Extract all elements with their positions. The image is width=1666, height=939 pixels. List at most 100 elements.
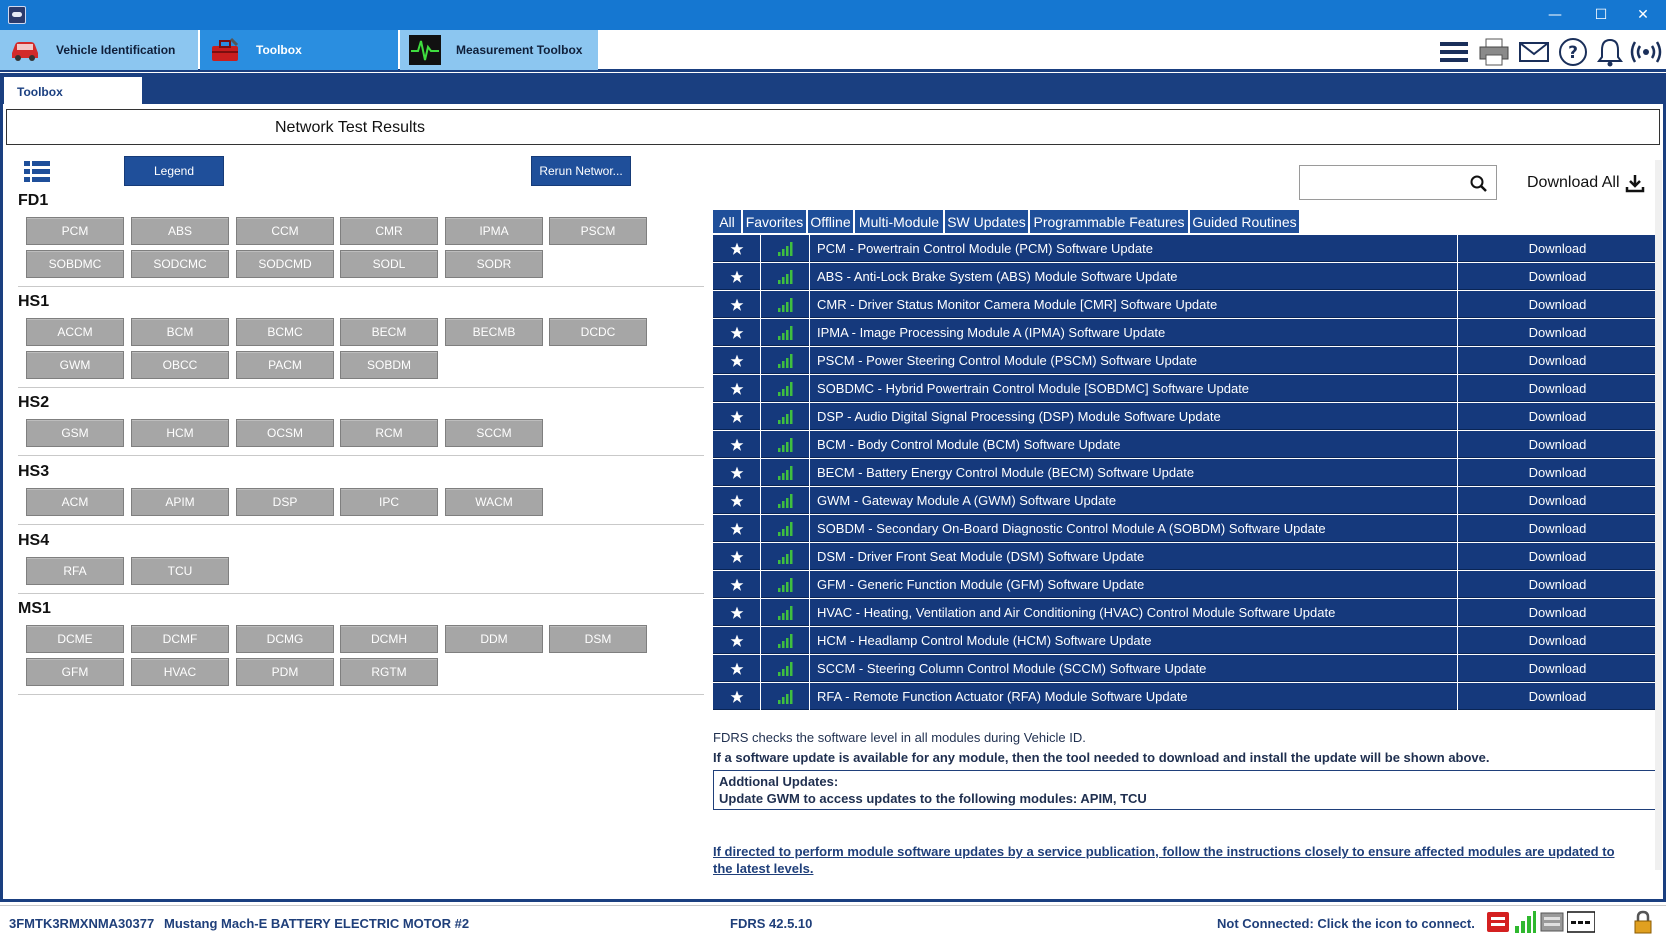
favorite-star-icon[interactable]	[713, 599, 761, 626]
maximize-button[interactable]: ☐	[1578, 0, 1624, 30]
mail-icon[interactable]	[1518, 37, 1550, 67]
module-button[interactable]: HCM	[131, 419, 229, 447]
favorite-star-icon[interactable]	[713, 319, 761, 346]
download-button[interactable]: Download	[1457, 599, 1657, 626]
filter-tab[interactable]: Programmable Features	[1030, 210, 1190, 233]
download-button[interactable]: Download	[1457, 683, 1657, 710]
favorite-star-icon[interactable]	[713, 347, 761, 374]
module-button[interactable]: SOBDM	[340, 351, 438, 379]
module-button[interactable]: HVAC	[131, 658, 229, 686]
module-button[interactable]: BECM	[340, 318, 438, 346]
module-button[interactable]: DCMH	[340, 625, 438, 653]
right-panel-scrollbar[interactable]	[1655, 160, 1662, 870]
favorite-star-icon[interactable]	[713, 515, 761, 542]
favorite-star-icon[interactable]	[713, 655, 761, 682]
favorite-star-icon[interactable]	[713, 683, 761, 710]
module-button[interactable]: BCMC	[236, 318, 334, 346]
bell-icon[interactable]	[1594, 37, 1626, 67]
favorite-star-icon[interactable]	[713, 403, 761, 430]
favorite-star-icon[interactable]	[713, 263, 761, 290]
favorite-star-icon[interactable]	[713, 375, 761, 402]
module-button[interactable]: WACM	[445, 488, 543, 516]
module-button[interactable]: PSCM	[549, 217, 647, 245]
service-publication-link[interactable]: If directed to perform module software u…	[713, 843, 1633, 877]
module-button[interactable]: SODR	[445, 250, 543, 278]
module-button[interactable]: ACM	[26, 488, 124, 516]
module-button[interactable]: RCM	[340, 419, 438, 447]
module-button[interactable]: BECMB	[445, 318, 543, 346]
tab-toolbox[interactable]: Toolbox	[200, 30, 398, 70]
filter-tab[interactable]: SW Updates	[945, 210, 1030, 233]
module-button[interactable]: PACM	[236, 351, 334, 379]
module-button[interactable]: PDM	[236, 658, 334, 686]
filter-tab[interactable]: Favorites	[743, 210, 808, 233]
module-button[interactable]: PCM	[26, 217, 124, 245]
module-button[interactable]: ACCM	[26, 318, 124, 346]
download-button[interactable]: Download	[1457, 543, 1657, 570]
download-button[interactable]: Download	[1457, 655, 1657, 682]
download-all-button[interactable]: Download All	[1527, 173, 1645, 193]
module-button[interactable]: SCCM	[445, 419, 543, 447]
module-button[interactable]: GWM	[26, 351, 124, 379]
list-view-icon[interactable]	[24, 161, 50, 183]
favorite-star-icon[interactable]	[713, 291, 761, 318]
download-button[interactable]: Download	[1457, 235, 1657, 262]
download-button[interactable]: Download	[1457, 403, 1657, 430]
module-button[interactable]: RGTM	[340, 658, 438, 686]
favorite-star-icon[interactable]	[713, 487, 761, 514]
rerun-network-test-button[interactable]: Rerun Networ...	[531, 156, 631, 186]
menu-icon[interactable]	[1438, 37, 1470, 67]
tab-measurement-toolbox[interactable]: Measurement Toolbox	[400, 30, 598, 70]
download-button[interactable]: Download	[1457, 347, 1657, 374]
favorite-star-icon[interactable]	[713, 571, 761, 598]
download-button[interactable]: Download	[1457, 627, 1657, 654]
tab-vehicle-identification[interactable]: Vehicle Identification	[0, 30, 198, 70]
search-field[interactable]	[1299, 165, 1497, 200]
wireless-icon[interactable]	[1628, 37, 1664, 67]
download-button[interactable]: Download	[1457, 375, 1657, 402]
module-button[interactable]: GSM	[26, 419, 124, 447]
module-button[interactable]: DSP	[236, 488, 334, 516]
module-button[interactable]: OBCC	[131, 351, 229, 379]
download-button[interactable]: Download	[1457, 515, 1657, 542]
favorite-star-icon[interactable]	[713, 431, 761, 458]
favorite-star-icon[interactable]	[713, 543, 761, 570]
device-icon[interactable]	[1540, 910, 1564, 934]
download-button[interactable]: Download	[1457, 459, 1657, 486]
module-button[interactable]: BCM	[131, 318, 229, 346]
module-button[interactable]: GFM	[26, 658, 124, 686]
download-button[interactable]: Download	[1457, 291, 1657, 318]
minimize-button[interactable]: —	[1532, 0, 1578, 30]
module-button[interactable]: DSM	[549, 625, 647, 653]
module-button[interactable]: TCU	[131, 557, 229, 585]
module-button[interactable]: CCM	[236, 217, 334, 245]
download-button[interactable]: Download	[1457, 571, 1657, 598]
download-button[interactable]: Download	[1457, 431, 1657, 458]
module-button[interactable]: DDM	[445, 625, 543, 653]
module-button[interactable]: DCMF	[131, 625, 229, 653]
module-button[interactable]: CMR	[340, 217, 438, 245]
vci-connect-icon[interactable]	[1486, 910, 1510, 934]
download-button[interactable]: Download	[1457, 263, 1657, 290]
module-button[interactable]: SODCMC	[131, 250, 229, 278]
module-button[interactable]: SOBDMC	[26, 250, 124, 278]
module-button[interactable]: DCME	[26, 625, 124, 653]
search-input[interactable]	[1304, 170, 1464, 195]
module-button[interactable]: SODCMD	[236, 250, 334, 278]
legend-button[interactable]: Legend	[124, 156, 224, 186]
module-button[interactable]: DCMG	[236, 625, 334, 653]
module-button[interactable]: IPMA	[445, 217, 543, 245]
module-button[interactable]: OCSM	[236, 419, 334, 447]
module-button[interactable]: IPC	[340, 488, 438, 516]
filter-tab[interactable]: All	[713, 210, 743, 233]
favorite-star-icon[interactable]	[713, 235, 761, 262]
download-button[interactable]: Download	[1457, 319, 1657, 346]
printer-icon[interactable]	[1478, 37, 1510, 67]
close-button[interactable]: ✕	[1620, 0, 1666, 30]
module-button[interactable]: RFA	[26, 557, 124, 585]
favorite-star-icon[interactable]	[713, 627, 761, 654]
favorite-star-icon[interactable]	[713, 459, 761, 486]
filter-tab[interactable]: Multi-Module	[855, 210, 945, 233]
module-button[interactable]: ABS	[131, 217, 229, 245]
search-icon[interactable]	[1470, 175, 1487, 192]
